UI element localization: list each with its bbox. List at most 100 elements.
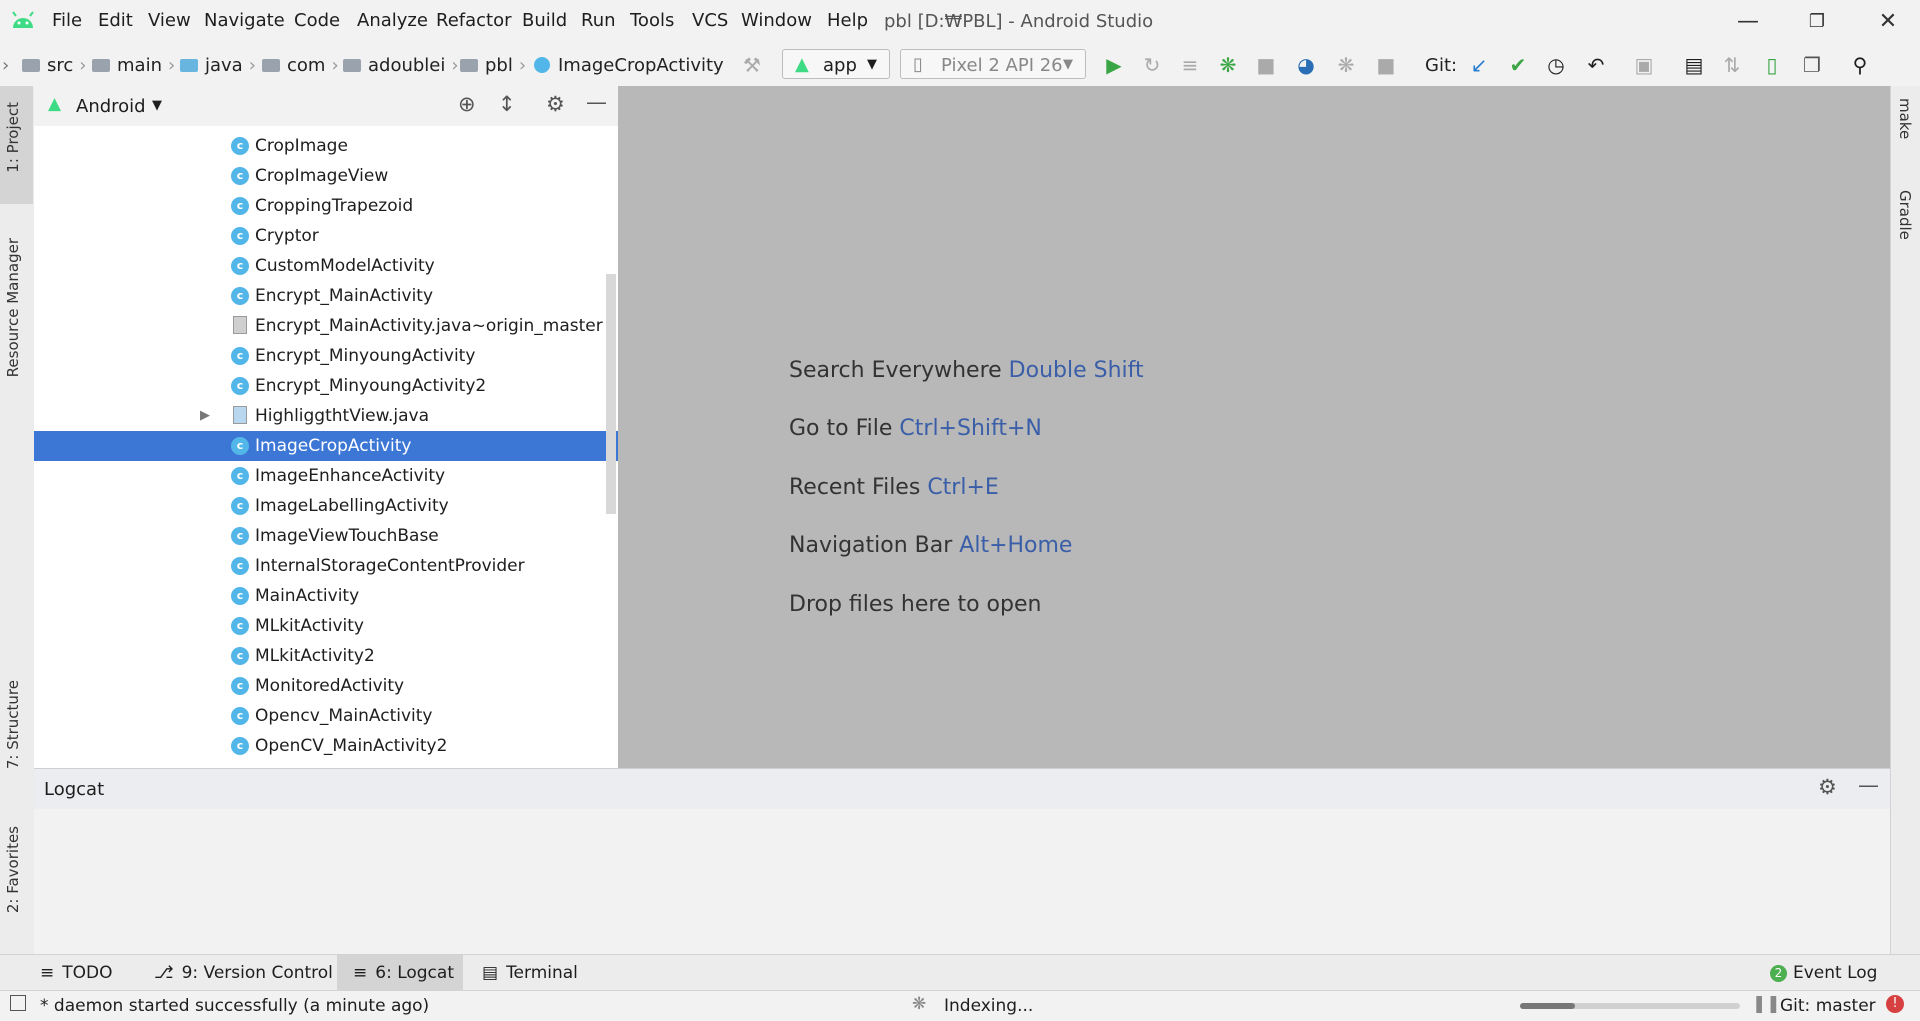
terminal-window-icon[interactable]: ▤ [1682, 53, 1706, 77]
breadcrumb-src[interactable]: src › [22, 55, 92, 76]
project-tree-item[interactable]: c CroppingTrapezoid [34, 191, 618, 221]
project-tree-item[interactable]: c Encrypt_MinyoungActivity [34, 341, 618, 371]
expand-arrow-icon[interactable]: ▶ [200, 401, 210, 431]
menu-run[interactable]: Run [581, 10, 616, 31]
tab-project[interactable]: 1: Project [4, 102, 22, 173]
menu-navigate[interactable]: Navigate [204, 10, 285, 31]
tab-favorites[interactable]: 2: Favorites [4, 826, 22, 913]
pause-icon[interactable]: ❚❚ [1752, 994, 1781, 1014]
project-tree-item[interactable]: c CustomModelActivity [34, 251, 618, 281]
breadcrumb-java[interactable]: java › [180, 55, 262, 76]
tab-logcat[interactable]: ≡ 6: Logcat [337, 955, 463, 991]
sync-gradle-icon[interactable]: ⇅ [1720, 53, 1744, 77]
project-tree-item[interactable]: c OpenCV_MainActivity2 [34, 731, 618, 761]
hint-text: Search Everywhere [789, 358, 1002, 383]
breadcrumb-com[interactable]: com › [262, 55, 345, 76]
run-icon[interactable]: ▶ [1102, 53, 1126, 77]
project-tree-item[interactable]: c ImageViewTouchBase [34, 521, 618, 551]
tab-resource-manager[interactable]: Resource Manager [4, 238, 22, 377]
locate-icon[interactable]: ⊕ [458, 92, 476, 116]
project-tree-item[interactable]: c MainActivity [34, 581, 618, 611]
project-tree-item[interactable]: c ImageCropActivity [34, 431, 618, 461]
coverage-icon[interactable]: ■ [1254, 53, 1278, 77]
view-mode-dropdown[interactable]: Android [76, 96, 146, 117]
git-branch[interactable]: Git: master [1780, 996, 1876, 1016]
run-config-dropdown[interactable]: ▲ app ▼ [782, 49, 890, 79]
search-icon[interactable]: ⚲ [1848, 53, 1872, 77]
indexing-label[interactable]: Indexing... [944, 996, 1033, 1016]
profile-icon[interactable]: ◕ [1294, 53, 1318, 77]
breadcrumb-main[interactable]: main › [92, 55, 181, 76]
project-tree-item[interactable]: c MLkitActivity2 [34, 641, 618, 671]
spinner-icon: ❋ [912, 994, 927, 1014]
tab-make[interactable]: make [1896, 98, 1914, 139]
chevron-down-icon[interactable]: ▼ [152, 98, 162, 113]
project-tree-item[interactable]: ▶ HighliggthtView.java [34, 401, 618, 431]
logcat-content[interactable] [34, 809, 1890, 955]
hint-text: Recent Files [789, 475, 921, 500]
apply-changes-icon[interactable]: ↻ [1140, 53, 1164, 77]
attach-debugger-icon[interactable]: ❋ [1334, 53, 1358, 77]
menu-help[interactable]: Help [827, 10, 868, 31]
menu-file[interactable]: File [52, 10, 82, 31]
git-commit-icon[interactable]: ✔ [1506, 53, 1530, 77]
status-message[interactable]: * daemon started successfully (a minute … [40, 996, 429, 1016]
project-tree-item[interactable]: c MonitoredActivity [34, 671, 618, 701]
tab-terminal[interactable]: ▤ Terminal [474, 955, 594, 991]
hide-icon[interactable]: — [1858, 773, 1879, 797]
gear-icon[interactable]: ⚙ [1818, 775, 1837, 799]
project-tree-item[interactable]: c ImageEnhanceActivity [34, 461, 618, 491]
device-dropdown[interactable]: ▯ Pixel 2 API 26 ▼ [900, 49, 1086, 79]
project-tree-item[interactable]: c Cryptor [34, 221, 618, 251]
class-icon [534, 57, 550, 73]
avd-manager-icon[interactable]: ▯ [1760, 53, 1784, 77]
git-update-icon[interactable]: ↙ [1467, 53, 1491, 77]
breadcrumb-pbl[interactable]: pbl › [460, 55, 532, 76]
apply-code-changes-icon[interactable]: ≡ [1178, 53, 1202, 77]
tab-structure[interactable]: 7: Structure [4, 680, 22, 769]
menu-window[interactable]: Window [741, 10, 812, 31]
debug-icon[interactable]: ❋ [1216, 53, 1240, 77]
project-tree-item[interactable]: c Encrypt_MainActivity [34, 281, 618, 311]
breadcrumb-imagecropactivity[interactable]: ImageCropActivity [534, 55, 724, 76]
menu-analyze[interactable]: Analyze [357, 10, 428, 31]
menu-tools[interactable]: Tools [630, 10, 674, 31]
project-tree-item[interactable]: c CropImage [34, 131, 618, 161]
sdk-manager-icon[interactable]: ❐ [1800, 53, 1824, 77]
menu-view[interactable]: View [148, 10, 191, 31]
history-icon[interactable]: ◷ [1544, 53, 1568, 77]
project-tree-item[interactable]: c MLkitActivity [34, 611, 618, 641]
class-icon: c [231, 677, 249, 695]
rollback-icon[interactable]: ↶ [1584, 53, 1608, 77]
project-tree-item[interactable]: c InternalStorageContentProvider [34, 551, 618, 581]
tab-gradle[interactable]: Gradle [1896, 190, 1914, 240]
menu-code[interactable]: Code [294, 10, 340, 31]
minimize-button[interactable]: — [1728, 6, 1768, 38]
stop-icon[interactable]: ■ [1374, 53, 1398, 77]
error-icon[interactable]: ! [1886, 995, 1904, 1013]
scrollbar[interactable] [606, 274, 616, 514]
hide-icon[interactable]: — [586, 90, 607, 114]
hammer-icon[interactable]: ⚒ [740, 53, 764, 77]
restore-button[interactable]: ❐ [1797, 6, 1837, 38]
tab-version-control[interactable]: ⎇ 9: Version Control [146, 955, 333, 991]
breadcrumb-adoublei[interactable]: adoublei › [343, 55, 465, 76]
collapse-all-icon[interactable]: ↕ [498, 92, 516, 116]
gear-icon[interactable]: ⚙ [546, 92, 565, 116]
menu-refactor[interactable]: Refactor [436, 10, 512, 31]
project-tree-item[interactable]: Encrypt_MainActivity.java~origin_master [34, 311, 618, 341]
event-log-button[interactable]: 2 Event Log [1770, 955, 1900, 991]
project-panel-header: ▲ Android ▼ ⊕ ↕ ⚙ — [34, 86, 618, 126]
project-tree-item[interactable]: c ImageLabellingActivity [34, 491, 618, 521]
branch-icon: ⎇ [154, 963, 174, 983]
project-tree-item[interactable]: c CropImageView [34, 161, 618, 191]
project-tree-item[interactable]: c Encrypt_MinyoungActivity2 [34, 371, 618, 401]
project-tree-item[interactable]: c Opencv_MainActivity [34, 701, 618, 731]
menu-build[interactable]: Build [522, 10, 567, 31]
project-structure-icon[interactable]: ▣ [1632, 53, 1656, 77]
tab-todo[interactable]: ≡ TODO [40, 955, 140, 991]
toggle-tool-windows-icon[interactable] [10, 995, 26, 1011]
menu-edit[interactable]: Edit [98, 10, 133, 31]
close-button[interactable]: ✕ [1868, 6, 1908, 38]
menu-vcs[interactable]: VCS [692, 10, 728, 31]
